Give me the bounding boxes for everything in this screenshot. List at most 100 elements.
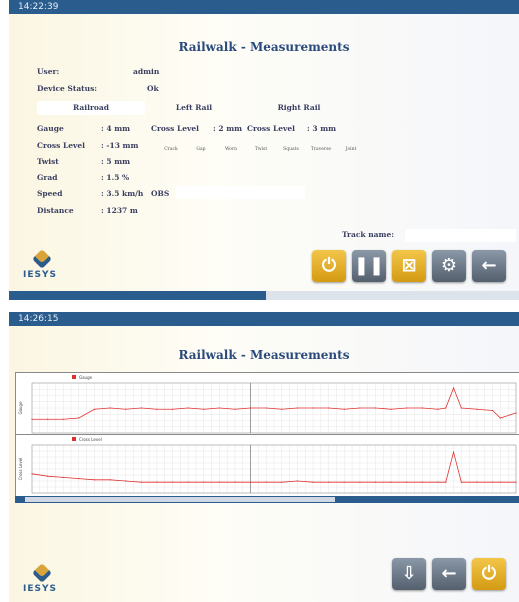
- data-point: [109, 407, 111, 409]
- legend-label: Cross Level: [79, 437, 102, 442]
- top-bar: 14:26:15: [9, 312, 519, 326]
- grad-value: : 1.5 %: [101, 173, 130, 182]
- data-point: [234, 481, 236, 483]
- back-button[interactable]: ←: [432, 558, 466, 590]
- grad-label: Grad: [37, 173, 58, 182]
- data-point: [218, 481, 220, 483]
- data-point: [187, 407, 189, 409]
- data-point: [93, 408, 96, 410]
- top-bar: 14:22:39: [9, 0, 519, 14]
- data-point: [109, 479, 111, 481]
- data-point: [249, 481, 252, 483]
- data-point: [125, 408, 127, 410]
- data-point: [249, 407, 252, 409]
- gauge-chart[interactable]: GaugeGauge040801201602002402803203604004…: [15, 372, 519, 442]
- back-button[interactable]: ←: [472, 250, 506, 282]
- user-value: admin: [133, 67, 160, 76]
- twist-value: : 5 mm: [101, 157, 131, 166]
- settings-button[interactable]: ⚙: [432, 250, 466, 282]
- data-point: [499, 417, 501, 419]
- back-arrow-icon: ←: [481, 255, 497, 276]
- scrollbar-thumb[interactable]: [25, 497, 335, 502]
- right-cross-level-value: : 3 mm: [307, 124, 337, 133]
- data-point: [31, 418, 33, 420]
- page-title: Railwalk - Measurements: [178, 40, 350, 54]
- save-icon: ⇩: [401, 563, 417, 584]
- track-name-label: Track name:: [342, 230, 395, 239]
- data-point: [171, 408, 174, 410]
- data-point: [312, 407, 314, 409]
- legend-label: Gauge: [79, 375, 93, 380]
- speed-value: : 3.5 km/h: [101, 189, 144, 198]
- cross-level-chart[interactable]: Cross LevelCross Level040801201602002402…: [15, 434, 519, 502]
- data-point: [515, 481, 517, 483]
- defect-traverse-button[interactable]: Traverse: [307, 147, 335, 152]
- data-point: [218, 407, 220, 409]
- y-axis-label: Gauge: [18, 401, 23, 415]
- measurement-screen: 14:22:39 Railwalk - Measurements User: a…: [9, 0, 519, 300]
- pause-button[interactable]: ❚❚: [352, 250, 386, 282]
- defect-gap-button[interactable]: Gap: [187, 147, 215, 152]
- data-point: [445, 481, 447, 483]
- data-point: [156, 408, 158, 410]
- pause-icon: ❚❚: [353, 255, 385, 276]
- legend-swatch: [72, 437, 76, 441]
- data-point: [328, 407, 330, 409]
- data-point: [234, 408, 236, 410]
- speed-label: Speed: [37, 189, 63, 198]
- cross-level-value: : -13 mm: [101, 141, 139, 150]
- data-point: [328, 481, 330, 483]
- defect-squats-button[interactable]: Squats: [277, 147, 305, 152]
- export-icon: ⊠: [401, 255, 417, 276]
- left-rail-header: Left Rail: [175, 103, 213, 112]
- distance-label: Distance: [37, 206, 74, 215]
- data-point: [452, 387, 455, 389]
- data-point: [281, 481, 283, 483]
- save-button[interactable]: ⇩: [392, 558, 426, 590]
- data-point: [359, 407, 361, 409]
- obs-label: OBS: [151, 189, 170, 198]
- power-button[interactable]: ⏻: [472, 558, 506, 590]
- data-point: [359, 481, 361, 483]
- power-button[interactable]: ⏻: [312, 250, 346, 282]
- logo-text: IESYS: [23, 270, 57, 280]
- data-point: [421, 481, 423, 483]
- defect-crack-button[interactable]: Crack: [157, 147, 185, 152]
- data-point: [93, 479, 96, 481]
- defect-worn-button[interactable]: Worn: [217, 147, 245, 152]
- data-point: [47, 418, 49, 420]
- export-button[interactable]: ⊠: [392, 250, 426, 282]
- obs-field[interactable]: [175, 186, 305, 199]
- gear-icon: ⚙: [440, 255, 458, 276]
- data-point: [437, 481, 439, 483]
- data-point: [374, 407, 377, 409]
- power-icon: ⏻: [481, 563, 497, 584]
- defect-twist-button[interactable]: Twist: [247, 147, 275, 152]
- chart-scrollbar[interactable]: [15, 496, 519, 503]
- defect-joint-button[interactable]: Joint: [337, 147, 365, 152]
- cross-level-label: Cross Level: [37, 141, 86, 150]
- data-point: [125, 480, 127, 482]
- y-axis-label: Cross Level: [18, 458, 23, 481]
- gauge-chart-svg: GaugeGauge040801201602002402803203604004…: [18, 375, 519, 440]
- data-point: [491, 409, 494, 412]
- data-point: [296, 480, 299, 482]
- data-point: [390, 408, 392, 410]
- left-cross-level-label: Cross Level: [151, 124, 200, 133]
- data-point: [140, 481, 142, 483]
- data-point: [499, 481, 501, 483]
- data-point: [452, 451, 455, 453]
- gauge-label: Gauge: [37, 124, 64, 133]
- data-point: [437, 408, 439, 410]
- track-name-input[interactable]: [405, 229, 516, 242]
- back-arrow-icon: ←: [441, 563, 457, 584]
- data-point: [460, 481, 462, 483]
- data-point: [460, 407, 462, 409]
- logo-text: IESYS: [23, 584, 57, 594]
- logo-mark-icon: [32, 563, 52, 583]
- data-point: [476, 481, 478, 483]
- data-point: [296, 407, 299, 409]
- status-bar: [9, 291, 266, 300]
- data-point: [203, 408, 205, 410]
- data-point: [445, 407, 447, 409]
